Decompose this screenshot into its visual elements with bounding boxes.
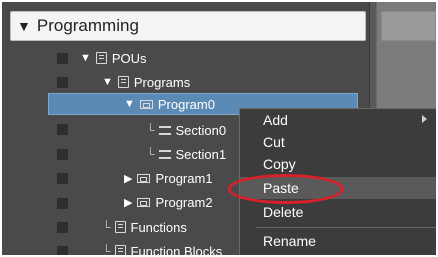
row-marker bbox=[57, 149, 68, 160]
tree-item-program0[interactable]: ▼ Program0 bbox=[124, 93, 215, 115]
section-icon bbox=[158, 125, 171, 135]
tree-item-label: Function Blocks bbox=[130, 243, 223, 256]
tree-item-label: Program0 bbox=[157, 96, 215, 112]
row-marker bbox=[57, 198, 68, 209]
menu-item-label: Cut bbox=[263, 134, 285, 150]
tree-item-program1[interactable]: ▶ Program1 bbox=[124, 167, 213, 189]
program-icon bbox=[139, 99, 153, 109]
row-marker bbox=[57, 77, 68, 88]
menu-item-cut[interactable]: Cut bbox=[240, 131, 436, 153]
tree-item-label: Section1 bbox=[175, 146, 227, 162]
expand-triangle-icon[interactable]: ▼ bbox=[80, 52, 91, 64]
function-blocks-folder-icon bbox=[114, 245, 126, 255]
program-icon bbox=[137, 197, 151, 207]
tree-item-pous[interactable]: ▼ POUs bbox=[80, 47, 147, 69]
section-icon bbox=[158, 149, 171, 159]
tree-branch-line: └ bbox=[146, 147, 155, 161]
row-marker bbox=[57, 222, 68, 233]
tree-item-functions[interactable]: └ Functions bbox=[102, 216, 187, 238]
tree-branch-line: └ bbox=[102, 244, 111, 255]
programming-section-header[interactable]: ▼ Programming bbox=[10, 11, 366, 41]
menu-item-delete[interactable]: Delete bbox=[240, 201, 436, 223]
tree-item-label: POUs bbox=[111, 50, 147, 66]
expand-triangle-icon[interactable]: ▶ bbox=[124, 196, 132, 209]
menu-item-label: Copy bbox=[263, 156, 296, 172]
expand-triangle-icon[interactable]: ▼ bbox=[102, 76, 113, 88]
multiview-explorer: ▼ Programming ▼ POUs ▼ Programs ▼ Progra… bbox=[2, 2, 436, 255]
programs-folder-icon bbox=[117, 76, 129, 88]
tree-item-label: Program1 bbox=[155, 170, 213, 186]
tree-branch-line: └ bbox=[102, 220, 111, 234]
tree-item-function-blocks[interactable]: └ Function Blocks bbox=[102, 240, 222, 255]
menu-item-rename[interactable]: Rename bbox=[240, 230, 436, 252]
menu-separator bbox=[256, 227, 436, 228]
tree-item-label: Programs bbox=[133, 74, 191, 90]
functions-folder-icon bbox=[114, 221, 126, 233]
tree-item-label: Functions bbox=[130, 219, 187, 235]
tree-branch-line: └ bbox=[146, 123, 155, 137]
row-marker bbox=[57, 53, 68, 64]
menu-item-copy[interactable]: Copy bbox=[240, 153, 436, 175]
tree-item-section1[interactable]: └ Section1 bbox=[146, 143, 226, 165]
section-title: Programming bbox=[36, 16, 139, 35]
menu-item-add[interactable]: Add bbox=[240, 109, 436, 131]
right-pane-header bbox=[381, 11, 436, 41]
menu-item-label: Delete bbox=[263, 204, 304, 220]
menu-item-label: Rename bbox=[263, 233, 316, 249]
menu-item-label: Add bbox=[263, 112, 288, 128]
row-marker bbox=[57, 246, 68, 255]
expand-triangle-icon[interactable]: ▶ bbox=[124, 172, 132, 185]
tree-item-label: Program2 bbox=[155, 194, 213, 210]
row-marker bbox=[57, 124, 68, 135]
tree-item-programs[interactable]: ▼ Programs bbox=[102, 71, 190, 93]
program-icon bbox=[137, 173, 151, 183]
pou-folder-icon bbox=[95, 52, 107, 64]
expand-triangle-icon[interactable]: ▼ bbox=[124, 98, 135, 110]
collapse-triangle-icon[interactable]: ▼ bbox=[17, 18, 31, 34]
tree-item-section0[interactable]: └ Section0 bbox=[146, 119, 226, 141]
highlight-ring bbox=[228, 174, 344, 204]
tree-item-label: Section0 bbox=[175, 122, 227, 138]
row-marker bbox=[57, 173, 68, 184]
submenu-arrow-icon bbox=[422, 115, 427, 123]
tree-item-program2[interactable]: ▶ Program2 bbox=[124, 191, 213, 213]
